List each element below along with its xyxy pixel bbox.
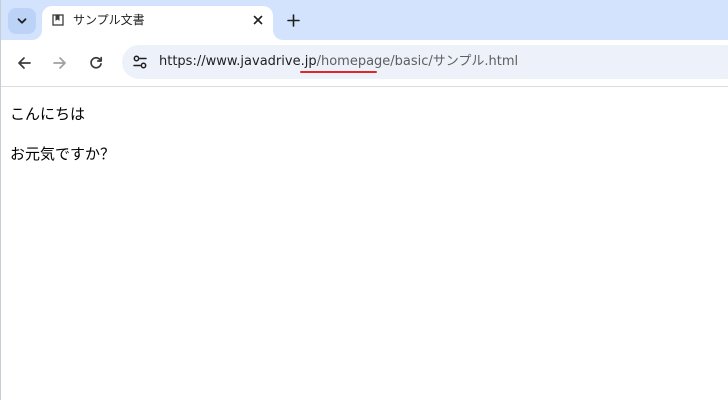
reload-icon bbox=[90, 56, 103, 69]
filename-underline-annotation bbox=[300, 71, 377, 73]
close-icon bbox=[253, 15, 263, 25]
plus-icon bbox=[286, 13, 300, 27]
paragraph-greeting: こんにちは bbox=[10, 105, 86, 123]
document-icon bbox=[52, 14, 64, 26]
reload-button[interactable] bbox=[85, 52, 107, 74]
url-filename: サンプル.html bbox=[432, 54, 519, 69]
url-path: /homepage/basic/ bbox=[316, 54, 433, 69]
tab-close-button[interactable] bbox=[250, 12, 266, 28]
forward-button[interactable] bbox=[49, 52, 71, 74]
url-host: https://www.javadrive.jp bbox=[159, 54, 317, 69]
tab-title: サンプル文書 bbox=[73, 13, 145, 27]
site-info-button[interactable] bbox=[128, 50, 152, 74]
address-bar[interactable]: https://www.javadrive.jp/homepage/basic/… bbox=[122, 45, 728, 79]
tab-strip: サンプル文書 bbox=[1, 0, 728, 40]
toolbar: https://www.javadrive.jp/homepage/basic/… bbox=[1, 40, 728, 87]
browser-window: サンプル文書 https://www.javadrive.jp/homepage… bbox=[0, 0, 728, 400]
chevron-down-icon bbox=[17, 18, 27, 24]
paragraph-question: お元気ですか？ bbox=[10, 145, 116, 163]
tune-icon bbox=[133, 55, 147, 69]
new-tab-button[interactable] bbox=[283, 10, 303, 30]
forward-arrow-icon bbox=[53, 57, 66, 69]
page-content: こんにちは お元気ですか？ bbox=[1, 87, 728, 400]
back-button[interactable] bbox=[13, 52, 35, 74]
active-tab[interactable]: サンプル文書 bbox=[42, 6, 273, 40]
url-text[interactable]: https://www.javadrive.jp/homepage/basic/… bbox=[159, 54, 518, 70]
back-arrow-icon bbox=[18, 57, 31, 69]
